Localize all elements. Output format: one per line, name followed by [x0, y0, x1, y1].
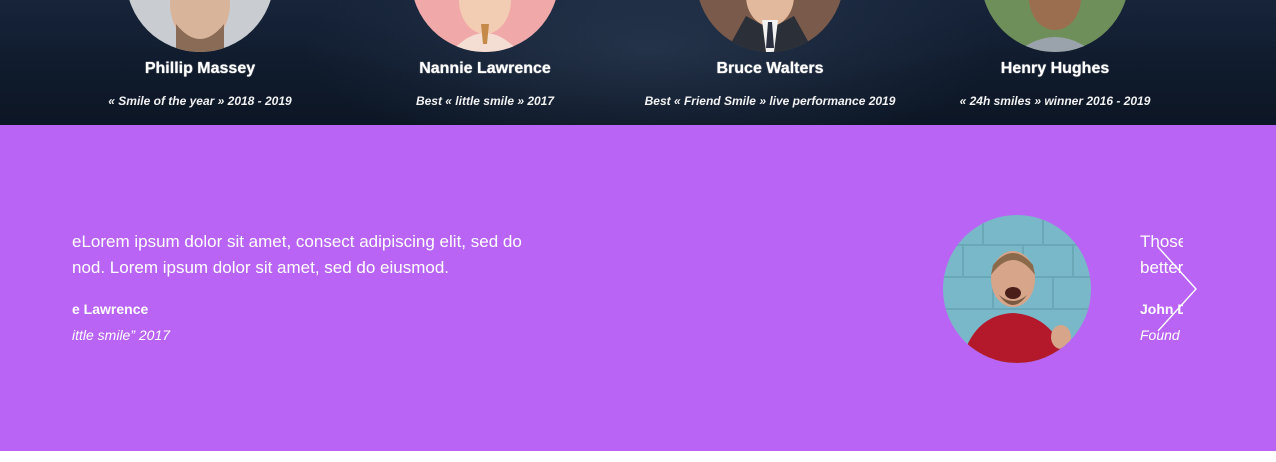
- member-name: Phillip Massey: [144, 60, 256, 77]
- testimonial-quote: eLorem ipsum dolor sit amet, consect adi…: [72, 229, 612, 281]
- page-footer-edge: [0, 451, 1276, 462]
- testimonial-author: e Lawrence: [72, 301, 149, 317]
- member-name: Bruce Walters: [716, 60, 824, 77]
- testimonial-avatar: [943, 215, 1091, 363]
- avatar: [696, 0, 844, 52]
- avatar: [411, 0, 559, 52]
- member-name: Henry Hughes: [1000, 60, 1110, 77]
- member-award: Best « Friend Smile » live performance 2…: [644, 94, 896, 108]
- member-award: « 24h smiles » winner 2016 - 2019: [959, 94, 1151, 108]
- testimonial-slide-previous: eLorem ipsum dolor sit amet, consect adi…: [72, 125, 612, 451]
- avatar: [981, 0, 1129, 52]
- next-slide-button[interactable]: [1152, 245, 1202, 335]
- team-section: Phillip Massey « Smile of the year » 201…: [0, 0, 1276, 125]
- member-award: Best « little smile » 2017: [415, 94, 555, 108]
- member-name: Nannie Lawrence: [419, 60, 551, 77]
- quote-line: eLorem ipsum dolor sit amet, consect adi…: [72, 232, 522, 251]
- testimonials-slider: eLorem ipsum dolor sit amet, consect adi…: [0, 125, 1276, 451]
- quote-line: nod. Lorem ipsum dolor sit amet, sed do …: [72, 258, 450, 277]
- member-award: « Smile of the year » 2018 - 2019: [108, 94, 292, 108]
- testimonial-role: ittle smile” 2017: [72, 327, 171, 343]
- chevron-right-icon: [1157, 246, 1197, 332]
- avatar: [126, 0, 274, 52]
